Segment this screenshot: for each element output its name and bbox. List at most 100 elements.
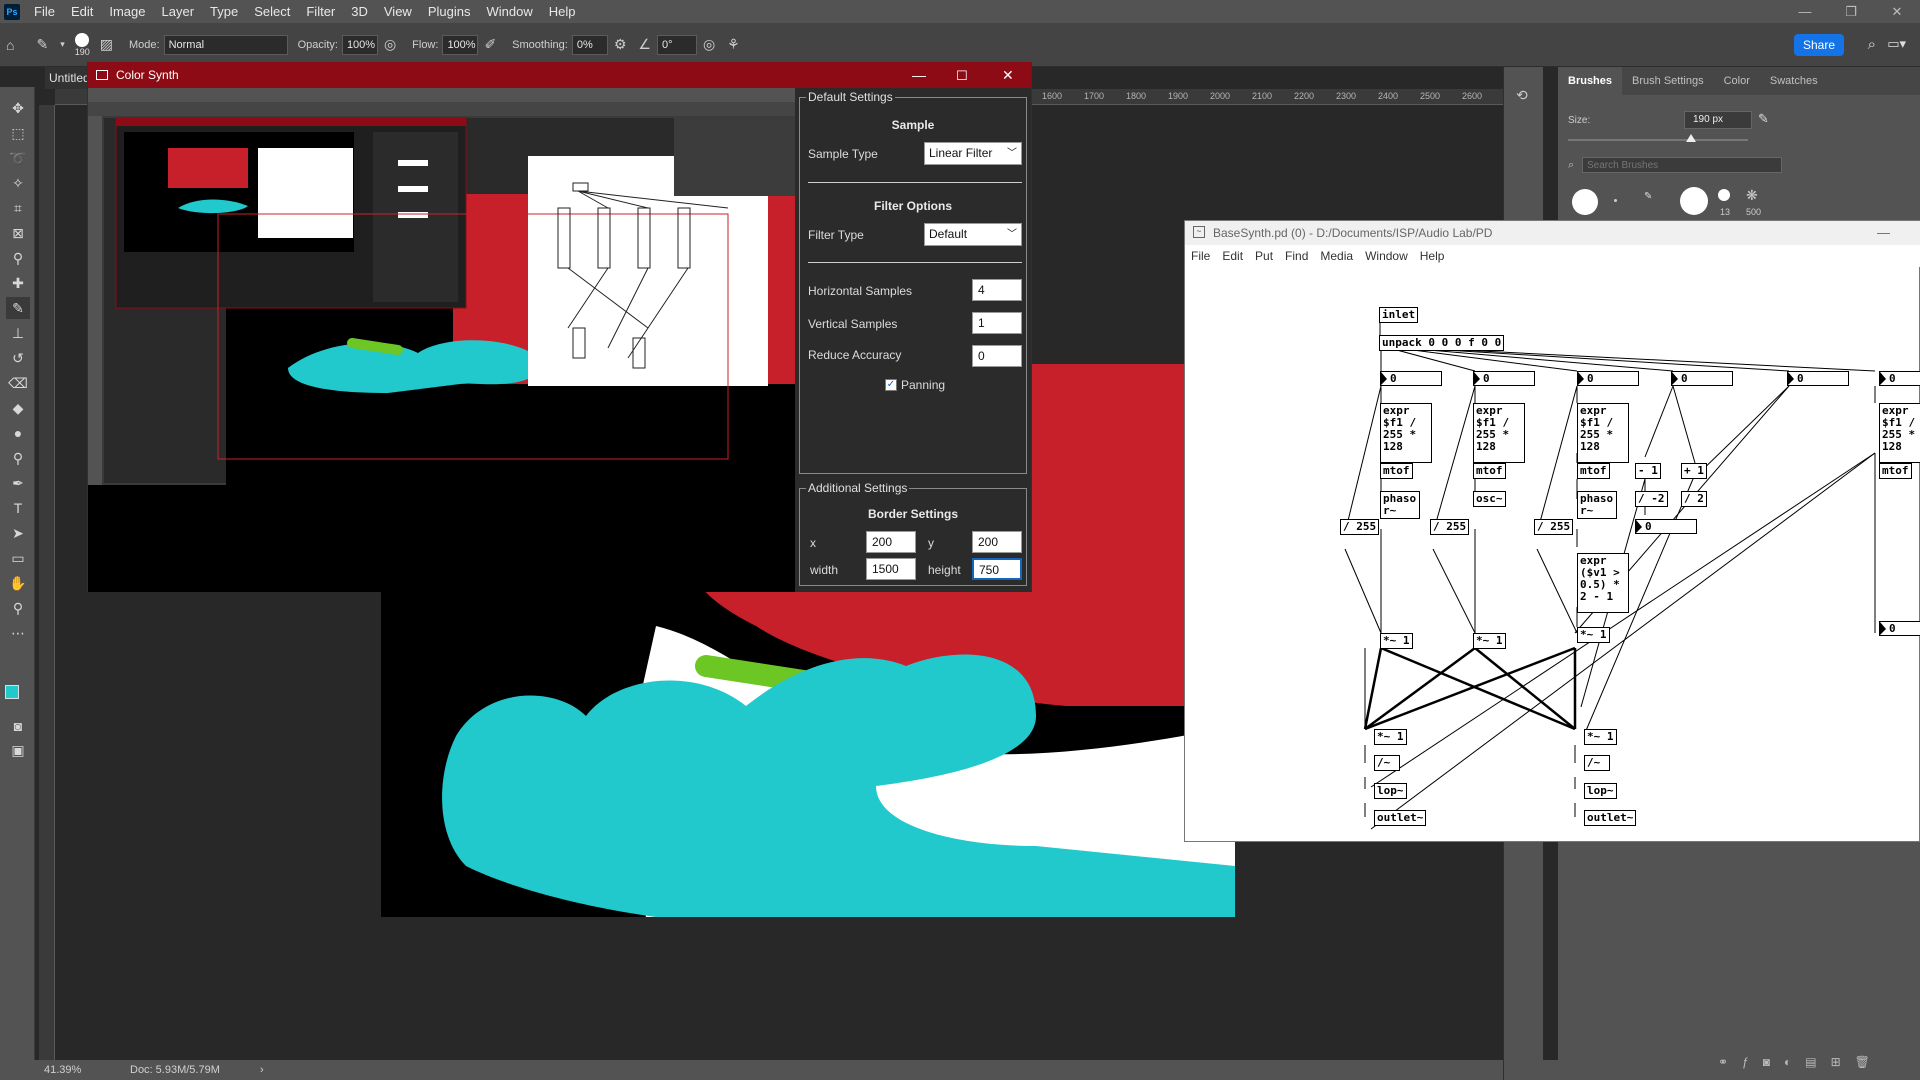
pd-osc[interactable]: osc~ (1473, 491, 1506, 507)
symmetry-icon[interactable]: ⚘ (727, 36, 740, 53)
menu-3d[interactable]: 3D (343, 0, 376, 23)
width-input[interactable]: 1500 (866, 558, 916, 580)
pd-menu-find[interactable]: Find (1279, 245, 1314, 267)
pd-mtof[interactable]: mtof (1473, 463, 1506, 479)
x-input[interactable]: 200 (866, 531, 916, 553)
close-icon[interactable]: ✕ (1002, 63, 1014, 88)
menu-filter[interactable]: Filter (298, 0, 343, 23)
adjustment-icon[interactable]: ◐ (1784, 1055, 1791, 1069)
eyedropper-tool-icon[interactable]: ⚲ (6, 247, 30, 269)
pd-canvas[interactable]: inlet unpack 0 0 0 f 0 0 0 0 0 0 0 0 exp… (1185, 267, 1920, 842)
pd-div-tilde[interactable]: /~ (1374, 755, 1400, 771)
pd-menu-edit[interactable]: Edit (1216, 245, 1249, 267)
size-field[interactable]: 190 px (1684, 111, 1752, 129)
quick-mask-icon[interactable]: ◙ (6, 715, 30, 737)
menu-window[interactable]: Window (478, 0, 540, 23)
pd-lop[interactable]: lop~ (1584, 783, 1617, 799)
brush-settings-toggle-icon[interactable]: ▨ (100, 36, 113, 53)
link-icon[interactable]: ⚭ (1718, 1055, 1728, 1069)
healing-brush-icon[interactable]: ✚ (6, 272, 30, 294)
pd-titlebar[interactable]: ~ BaseSynth.pd (0) - D:/Documents/ISP/Au… (1185, 221, 1920, 245)
frame-tool-icon[interactable]: ⊠ (6, 222, 30, 244)
restore-icon[interactable]: ❐ (1828, 0, 1874, 23)
pd-minus-1[interactable]: - 1 (1635, 463, 1661, 479)
crop-tool-icon[interactable]: ⌗ (6, 197, 30, 219)
folder-icon[interactable]: ▤ (1805, 1055, 1816, 1069)
marquee-tool-icon[interactable]: ⬚ (6, 122, 30, 144)
pd-mtof[interactable]: mtof (1577, 463, 1610, 479)
quick-select-tool-icon[interactable]: ✧ (6, 172, 30, 194)
blur-tool-icon[interactable]: ● (6, 422, 30, 444)
pd-expr-square[interactable]: expr ($v1 > 0.5) * 2 - 1 (1577, 553, 1629, 613)
pd-mtof[interactable]: mtof (1879, 463, 1912, 479)
pd-mult[interactable]: *~ 1 (1473, 633, 1506, 649)
pd-mult[interactable]: *~ 1 (1584, 729, 1617, 745)
pd-lop[interactable]: lop~ (1374, 783, 1407, 799)
brush-preset[interactable] (1614, 199, 1617, 202)
lasso-tool-icon[interactable]: ➰ (6, 147, 30, 169)
foreground-color-swatch[interactable] (5, 685, 19, 699)
new-brush-icon[interactable]: ✎ (1758, 111, 1776, 129)
pd-outlet[interactable]: outlet~ (1374, 810, 1427, 826)
pd-menu-file[interactable]: File (1185, 245, 1216, 267)
brush-tool-icon[interactable]: ✎ (36, 36, 48, 53)
pd-div-2[interactable]: / 2 (1681, 491, 1707, 507)
pd-div-255[interactable]: / 255 (1534, 519, 1574, 535)
rectangle-tool-icon[interactable]: ▭ (6, 547, 30, 569)
pd-number-box[interactable]: 0 (1473, 371, 1535, 386)
angle-field[interactable]: 0° (656, 34, 697, 55)
more-tools-icon[interactable]: ⋯ (6, 622, 30, 644)
pd-number-box[interactable]: 0 (1635, 519, 1697, 534)
brush-preset[interactable]: ❋ (1746, 187, 1758, 204)
pd-outlet[interactable]: outlet~ (1584, 810, 1637, 826)
history-brush-icon[interactable]: ↺ (6, 347, 30, 369)
pd-number-box[interactable]: 0 (1380, 371, 1442, 386)
flow-field[interactable]: 100% (442, 34, 479, 55)
eraser-tool-icon[interactable]: ⌫ (6, 372, 30, 394)
minimize-icon[interactable]: — (1877, 221, 1890, 245)
pd-plus-1[interactable]: + 1 (1681, 463, 1707, 479)
pd-expr[interactable]: expr $f1 / 255 * 128 (1380, 403, 1432, 463)
menu-edit[interactable]: Edit (63, 0, 101, 23)
v-samples-input[interactable]: 1 (972, 312, 1022, 334)
pressure-opacity-icon[interactable]: ◎ (384, 36, 396, 53)
airbrush-icon[interactable]: ✐ (484, 36, 496, 53)
history-icon[interactable]: ⟲ (1516, 87, 1528, 104)
height-input[interactable]: 750 (972, 558, 1022, 580)
pd-unpack[interactable]: unpack 0 0 0 f 0 0 (1379, 335, 1505, 351)
fx-icon[interactable]: ƒ (1742, 1055, 1749, 1069)
new-layer-icon[interactable]: ⊞ (1831, 1055, 1841, 1069)
search-icon[interactable]: ⌕ (1868, 36, 1876, 53)
pd-expr[interactable]: expr $f1 / 255 * 128 (1879, 403, 1920, 463)
zoom-tool-icon[interactable]: ⚲ (6, 597, 30, 619)
pd-mult[interactable]: *~ 1 (1374, 729, 1407, 745)
screen-mode-icon[interactable]: ▣ (6, 739, 30, 761)
tab-brush-settings[interactable]: Brush Settings (1622, 67, 1714, 95)
pd-expr[interactable]: expr $f1 / 255 * 128 (1473, 403, 1525, 463)
menu-layer[interactable]: Layer (154, 0, 203, 23)
pd-number-box[interactable]: 0 (1787, 371, 1849, 386)
pd-expr[interactable]: expr $f1 / 255 * 128 (1577, 403, 1629, 463)
menu-help[interactable]: Help (541, 0, 584, 23)
pd-div-255[interactable]: / 255 (1340, 519, 1380, 535)
pen-tool-icon[interactable]: ✒ (6, 472, 30, 494)
menu-file[interactable]: File (26, 0, 63, 23)
pd-number-box[interactable]: 0 (1879, 371, 1920, 386)
pd-phasor[interactable]: phaso r~ (1380, 491, 1420, 519)
brush-preset[interactable]: ✎ (1644, 191, 1652, 202)
share-button[interactable]: Share (1794, 34, 1844, 56)
pd-mult[interactable]: *~ 1 (1577, 627, 1610, 643)
pd-div-tilde[interactable]: /~ (1584, 755, 1610, 771)
menu-select[interactable]: Select (246, 0, 298, 23)
close-icon[interactable]: ✕ (1874, 0, 1920, 23)
zoom-level[interactable]: 41.39% (44, 1060, 81, 1080)
opacity-field[interactable]: 100% (341, 34, 378, 55)
pd-number-box[interactable]: 0 (1879, 621, 1920, 636)
brush-preset[interactable] (1680, 187, 1708, 215)
tab-swatches[interactable]: Swatches (1760, 67, 1828, 95)
mask-icon[interactable]: ◙ (1763, 1055, 1770, 1069)
pd-div-255[interactable]: / 255 (1430, 519, 1470, 535)
search-brushes-input[interactable] (1582, 157, 1782, 173)
minimize-icon[interactable]: — (912, 63, 926, 88)
pd-number-box[interactable]: 0 (1577, 371, 1639, 386)
